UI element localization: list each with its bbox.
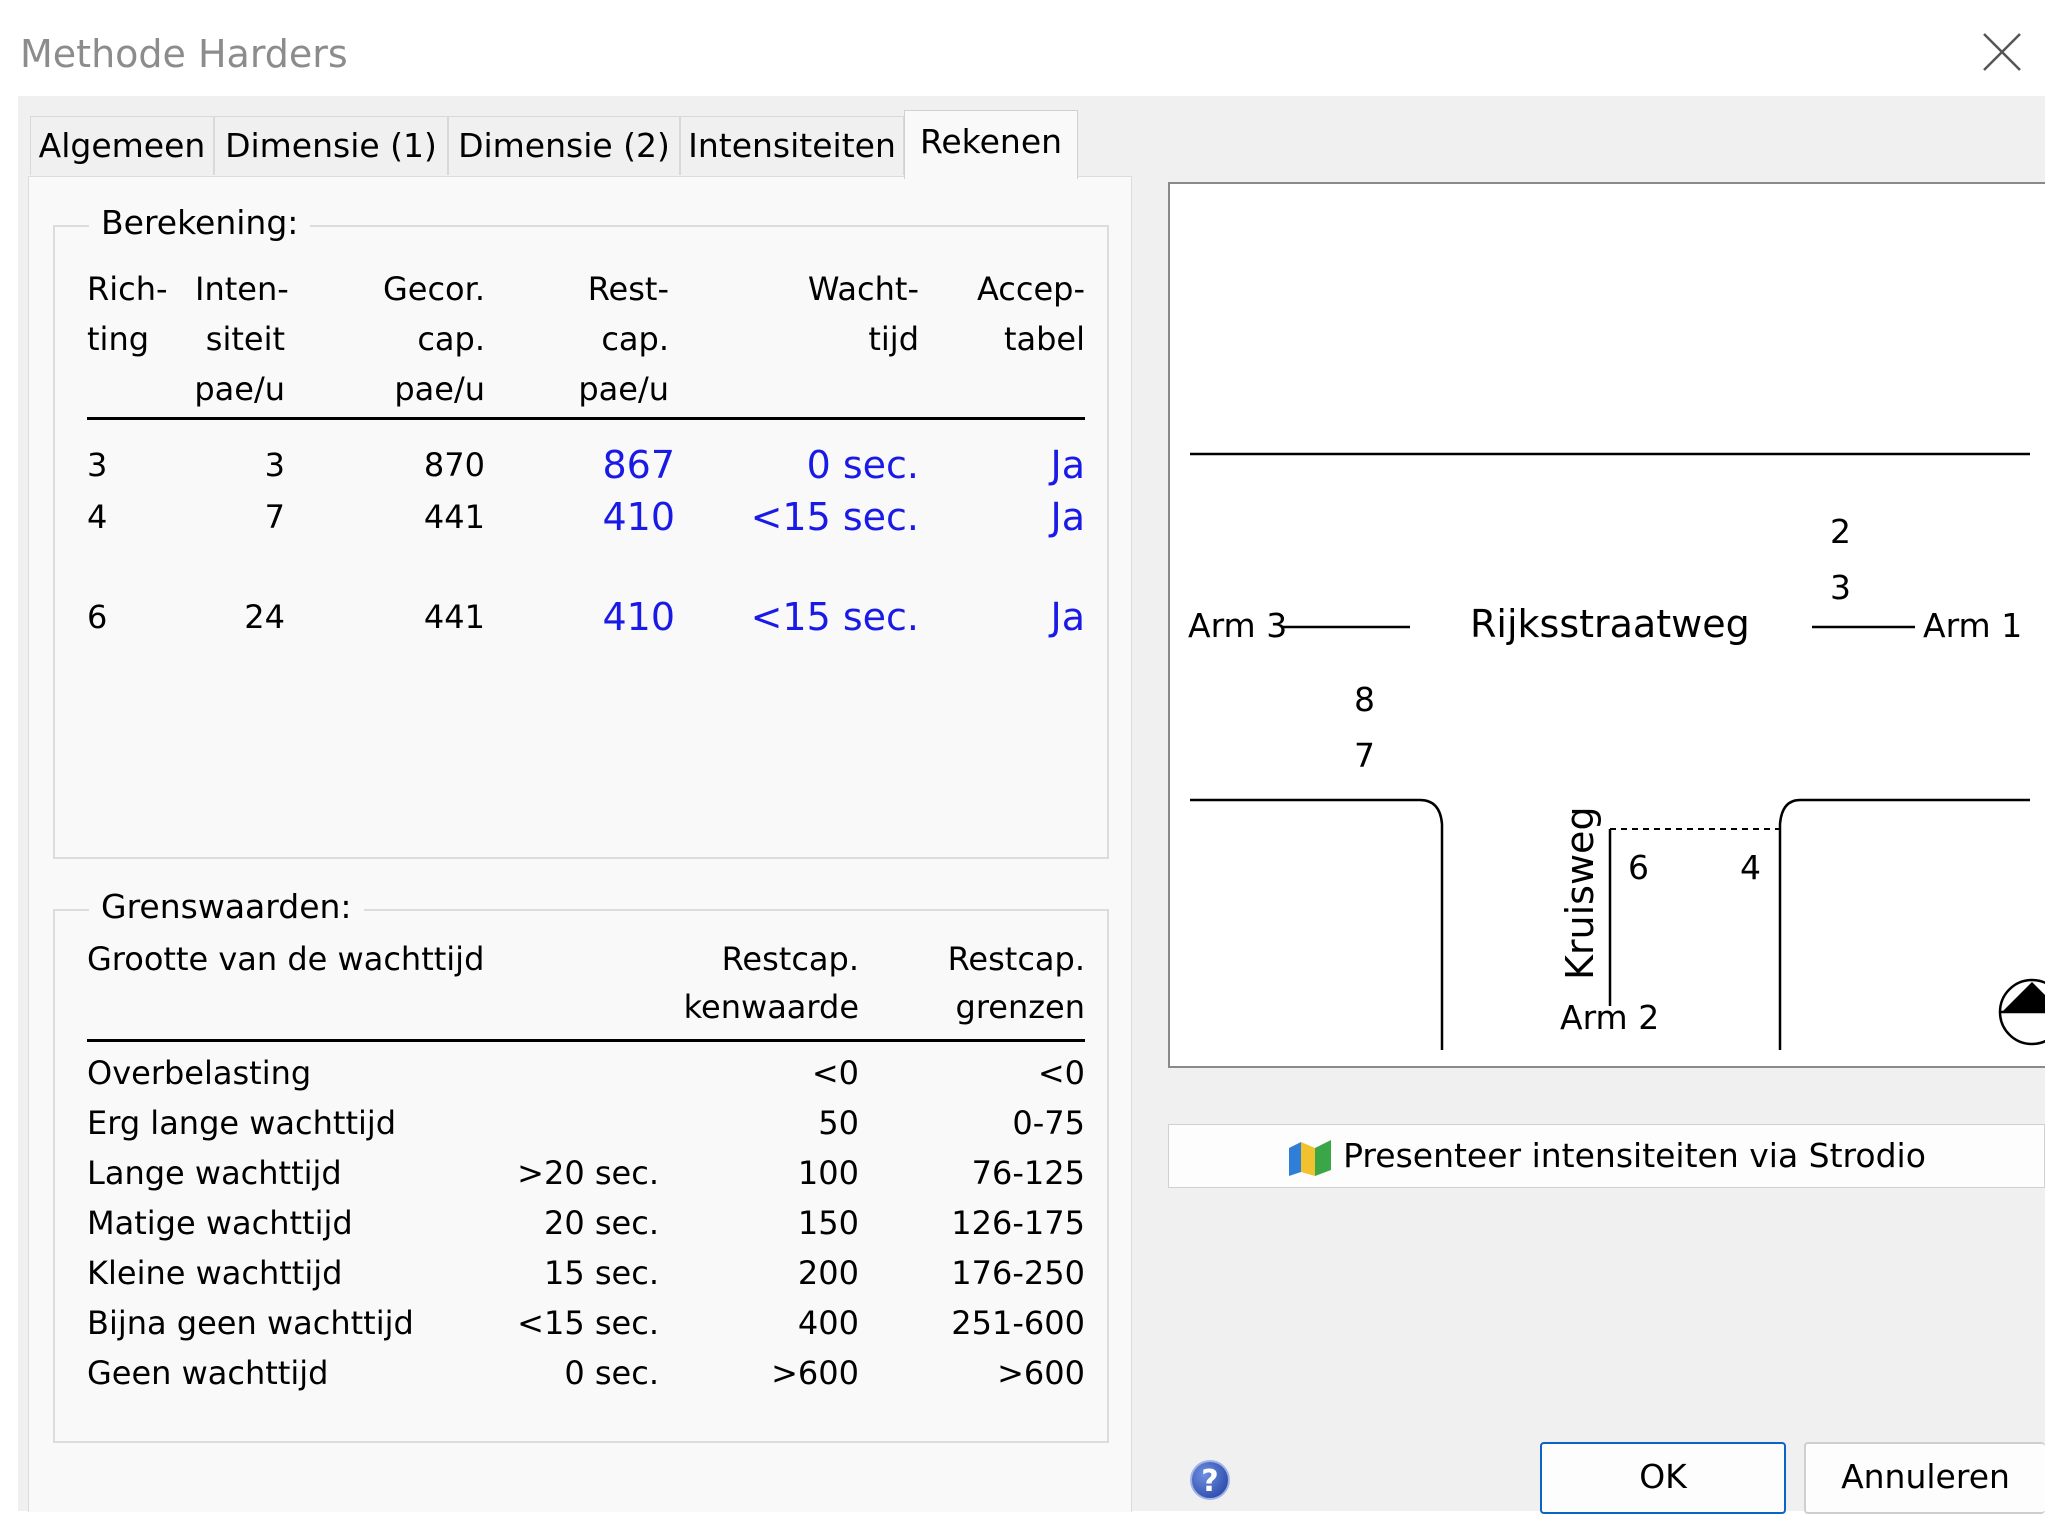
header-wachttijd-1: Wacht- [807, 270, 919, 308]
table-row-2-intensiteit: 7 [264, 498, 285, 536]
grens-row-2-label: Erg lange wachttijd [87, 1104, 397, 1142]
table-row-3-restcap: 410 [602, 595, 675, 639]
table-row-3-richting: 6 [87, 598, 108, 636]
table-row-3-intensiteit: 24 [244, 598, 285, 636]
header-restcap-3: pae/u [578, 370, 669, 408]
grens-header-grenzen-1: Restcap. [947, 940, 1085, 978]
grens-row-5-label: Kleine wachttijd [87, 1254, 343, 1292]
grens-row-5-grenzen: 176-250 [951, 1254, 1085, 1292]
grens-row-3-label: Lange wachttijd [87, 1154, 342, 1192]
grens-header-wachttijd: Grootte van de wachttijd [87, 940, 485, 978]
table-row-3-wachttijd: <15 sec. [750, 595, 919, 639]
grens-row-1-label: Overbelasting [87, 1054, 312, 1092]
table-row-2-acceptabel: Ja [1050, 495, 1086, 539]
ok-button[interactable]: OK [1540, 1442, 1786, 1514]
table-row-1-wachttijd: 0 sec. [806, 443, 919, 487]
grens-row-4-tijd: 20 sec. [543, 1204, 659, 1242]
table-row-2-richting: 4 [87, 498, 108, 536]
window-title: Methode Harders [20, 32, 348, 76]
berekening-label: Berekening: [89, 203, 311, 242]
table-row-3-gecor: 441 [423, 598, 485, 636]
header-restcap-1: Rest- [587, 270, 669, 308]
tab-page-rekenen: Berekening: Rich- ting Inten- siteit pae… [28, 176, 1132, 1512]
direction-2-label: 2 [1830, 512, 1851, 551]
direction-3-label: 3 [1830, 568, 1851, 607]
compass-icon [1998, 978, 2045, 1046]
table-row-2-wachttijd: <15 sec. [750, 495, 919, 539]
grens-row-7-grenzen: >600 [997, 1354, 1085, 1392]
intersection-diagram: Arm 3 Arm 1 Rijksstraatweg 2 3 8 7 6 4 K… [1168, 182, 2045, 1068]
tab-dimensie-1[interactable]: Dimensie (1) [214, 116, 448, 175]
close-icon[interactable] [1980, 30, 2024, 74]
grens-row-6-kenwaarde: 400 [797, 1304, 859, 1342]
grens-row-6-tijd: <15 sec. [517, 1304, 659, 1342]
header-acceptabel-2: tabel [1003, 320, 1085, 358]
header-gecor-3: pae/u [394, 370, 485, 408]
header-richting-1: Rich- [87, 270, 168, 308]
grens-row-1-grenzen: <0 [1037, 1054, 1085, 1092]
grens-row-6-label: Bijna geen wachttijd [87, 1304, 414, 1342]
direction-7-label: 7 [1354, 736, 1375, 775]
grens-row-4-kenwaarde: 150 [797, 1204, 859, 1242]
berekening-header-rule [87, 417, 1085, 420]
grens-row-1-kenwaarde: <0 [811, 1054, 859, 1092]
grens-row-3-tijd: >20 sec. [517, 1154, 659, 1192]
grens-row-7-label: Geen wachttijd [87, 1354, 329, 1392]
grens-header-grenzen-2: grenzen [955, 988, 1086, 1026]
strodio-button-label: Presenteer intensiteiten via Strodio [1343, 1136, 1926, 1175]
grens-row-4-label: Matige wachttijd [87, 1204, 353, 1242]
header-gecor-1: Gecor. [382, 270, 485, 308]
strodio-icon [1289, 1139, 1332, 1176]
tab-algemeen[interactable]: Algemeen [30, 116, 214, 175]
grens-row-2-grenzen: 0-75 [1012, 1104, 1085, 1142]
presenteer-strodio-button[interactable]: Presenteer intensiteiten via Strodio [1168, 1124, 2045, 1188]
header-restcap-2: cap. [601, 320, 669, 358]
cancel-button[interactable]: Annuleren [1804, 1442, 2045, 1514]
grens-row-3-grenzen: 76-125 [971, 1154, 1085, 1192]
grens-header-kenwaarde-1: Restcap. [721, 940, 859, 978]
table-row-2-gecor: 441 [423, 498, 485, 536]
grenswaarden-header-rule [87, 1039, 1085, 1042]
grens-row-6-grenzen: 251-600 [951, 1304, 1085, 1342]
header-gecor-2: cap. [417, 320, 485, 358]
grens-row-7-kenwaarde: >600 [771, 1354, 859, 1392]
grens-row-4-grenzen: 126-175 [951, 1204, 1085, 1242]
direction-6-label: 6 [1628, 848, 1649, 887]
tab-intensiteiten[interactable]: Intensiteiten [680, 116, 904, 175]
grens-row-5-kenwaarde: 200 [797, 1254, 859, 1292]
side-road-label: Kruisweg [1558, 806, 1602, 980]
tab-rekenen[interactable]: Rekenen [904, 110, 1078, 179]
table-row-1-acceptabel: Ja [1050, 443, 1086, 487]
header-intensiteit-2: siteit [205, 320, 285, 358]
help-icon[interactable]: ? [1190, 1460, 1230, 1500]
tab-dimensie-2[interactable]: Dimensie (2) [448, 116, 680, 175]
arm-1-label: Arm 1 [1923, 606, 2023, 645]
header-acceptabel-1: Accep- [976, 270, 1085, 308]
grens-header-kenwaarde-2: kenwaarde [683, 988, 859, 1026]
header-intensiteit-1: Inten- [195, 270, 289, 308]
grenswaarden-label: Grenswaarden: [89, 887, 364, 926]
arm-3-label: Arm 3 [1188, 606, 1288, 645]
table-row-3-acceptabel: Ja [1050, 595, 1086, 639]
direction-8-label: 8 [1354, 680, 1375, 719]
arm-2-label: Arm 2 [1560, 998, 1660, 1037]
header-intensiteit-3: pae/u [194, 370, 285, 408]
direction-4-label: 4 [1740, 848, 1761, 887]
grens-row-5-tijd: 15 sec. [543, 1254, 659, 1292]
grens-row-3-kenwaarde: 100 [797, 1154, 859, 1192]
grens-row-2-kenwaarde: 50 [818, 1104, 859, 1142]
header-richting-2: ting [87, 320, 150, 358]
main-road-label: Rijksstraatweg [1470, 602, 1750, 646]
table-row-1-richting: 3 [87, 446, 108, 484]
table-row-1-restcap: 867 [602, 443, 675, 487]
table-row-2-restcap: 410 [602, 495, 675, 539]
table-row-1-intensiteit: 3 [264, 446, 285, 484]
header-wachttijd-2: tijd [868, 320, 919, 358]
grens-row-7-tijd: 0 sec. [564, 1354, 659, 1392]
table-row-1-gecor: 870 [423, 446, 485, 484]
